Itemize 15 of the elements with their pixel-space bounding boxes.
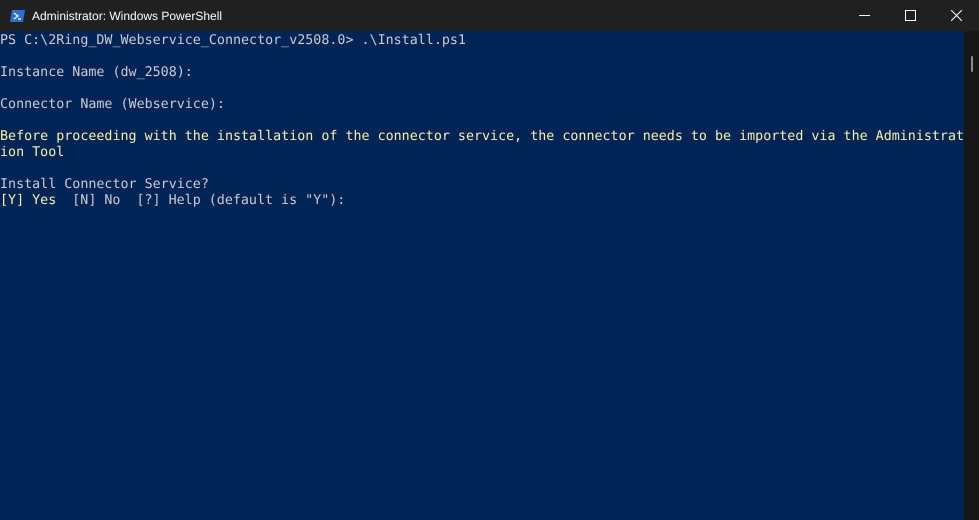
console-line: Install Connector Service? — [0, 177, 209, 193]
scrollbar-thumb[interactable] — [970, 56, 973, 72]
choice-option: [N] No — [72, 193, 120, 209]
warning-line: Before proceeding with the installation of the connector service, the connector needs to be imported via the Administrat — [0, 129, 964, 145]
choice-option: [?] Help (default is "Y"): — [136, 193, 346, 209]
window-title: Administrator: Windows PowerShell — [32, 8, 224, 22]
warning-line: ion Tool — [0, 145, 64, 161]
maximize-icon — [904, 10, 916, 21]
powershell-icon — [10, 8, 26, 24]
console-line: Instance Name (dw_2508): — [0, 65, 193, 81]
console-line: PS C:\2Ring_DW_Webservice_Connector_v2508.0> .\Install.ps1 — [0, 33, 466, 49]
console-line: Connector Name (Webservice): — [0, 97, 225, 113]
close-icon — [950, 10, 962, 21]
scrollbar[interactable] — [964, 31, 979, 520]
choice-option: [Y] Yes — [0, 193, 56, 209]
